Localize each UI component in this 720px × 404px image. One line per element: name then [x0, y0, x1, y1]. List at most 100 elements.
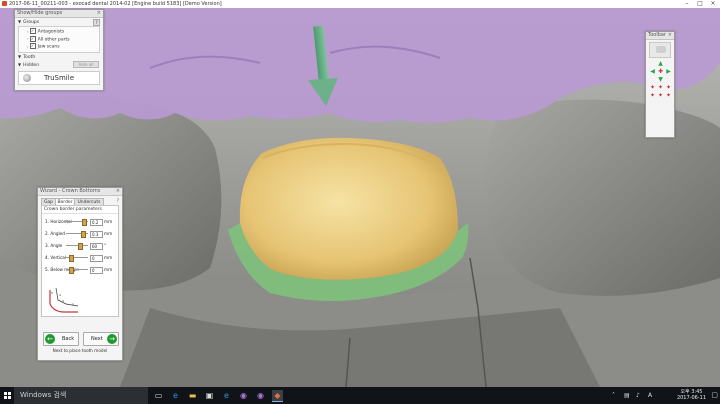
tooth-view-3-icon[interactable]: ✦ [665, 84, 672, 91]
system-clock[interactable]: 오후 3:45 2017-06-11 [677, 389, 706, 401]
slider-handle[interactable] [69, 255, 74, 262]
slider-handle[interactable] [69, 267, 74, 274]
ie-browser-icon[interactable]: e [221, 390, 232, 401]
group-checkbox[interactable]: ✓ [29, 35, 36, 42]
tooth-view-2-icon[interactable]: ✦ [657, 84, 664, 91]
wizard-close-icon[interactable]: × [116, 188, 120, 195]
volume-icon[interactable]: ♪ [636, 387, 640, 404]
diagram-number-5: 5 [51, 291, 53, 295]
slider-handle[interactable] [82, 219, 87, 226]
param-value-input[interactable]: 0.2 [90, 219, 103, 226]
hidden-label: Hidden [23, 62, 40, 68]
groups-section-header[interactable]: ▼ Groups ? [15, 18, 103, 26]
param-slider[interactable] [66, 219, 88, 226]
group-row-all-other-parts[interactable]: › ✓ All other parts [19, 35, 99, 44]
trusmile-label: TruSmile [43, 73, 75, 82]
param-slider[interactable] [66, 267, 88, 274]
start-button[interactable] [0, 387, 14, 404]
notification-icon[interactable]: ▢ [711, 391, 718, 399]
back-button[interactable]: ← Back [43, 332, 79, 346]
collapse-triangle-icon: ▼ [18, 19, 22, 24]
tooth-view-4-icon[interactable]: ✦ [649, 92, 656, 99]
window-title: 2017-06-11_00211-003 - exocad dental 201… [9, 1, 222, 7]
param-row: 5. Below margin 0 mm [45, 266, 117, 274]
exocad-app-icon [2, 1, 7, 6]
arrow-right-icon[interactable]: ▶ [665, 68, 672, 75]
store-icon[interactable]: ▣ [204, 390, 215, 401]
hide-all-button[interactable]: Hide all [73, 60, 99, 68]
param-slider[interactable] [66, 243, 88, 250]
tooth-view-6-icon[interactable]: ✦ [665, 92, 672, 99]
group-label: Jaw scans [37, 44, 60, 50]
param-slider[interactable] [66, 255, 88, 262]
edge-browser-icon[interactable]: e [170, 390, 181, 401]
tooth-view-1-icon[interactable]: ✦ [649, 84, 656, 91]
toolbar-panel: Toolbar × ▲ ◀ ✚ ▶ ▼ ✦ ✦ ✦ ✦ ✦ ✦ [645, 31, 675, 138]
app-icon-1[interactable]: ◉ [238, 390, 249, 401]
taskbar-search-placeholder: Windows 검색 [20, 391, 67, 399]
param-unit: mm [104, 219, 113, 224]
view-preview-button[interactable] [649, 42, 671, 58]
network-icon[interactable]: ▤ [624, 387, 630, 404]
input-language-indicator[interactable]: A [648, 387, 652, 404]
group-checkbox[interactable]: ✓ [29, 28, 36, 34]
param-value-input[interactable]: 0.3 [90, 231, 103, 238]
minimize-button[interactable]: – [682, 0, 692, 8]
param-row: 3. Angle 60 ° [45, 242, 117, 250]
show-hide-groups-panel: Show/Hide groups × ▼ Groups ? › ✓ Antagonis… [14, 9, 104, 91]
arrow-left-icon[interactable]: ◀ [649, 68, 656, 75]
slider-handle[interactable] [81, 231, 86, 238]
param-value-input[interactable]: 60 [90, 243, 103, 250]
file-explorer-icon[interactable]: ▬ [187, 390, 198, 401]
group-label: All other parts [37, 37, 70, 42]
param-value-input[interactable]: 0 [90, 255, 103, 262]
group-checkbox[interactable]: ✓ [29, 43, 36, 49]
groups-label: Groups [23, 20, 40, 25]
app-icon-2[interactable]: ◉ [255, 390, 266, 401]
tooth-section-header[interactable]: ▼ Tooth [15, 53, 103, 61]
groups-help-button[interactable]: ? [93, 19, 100, 26]
tooth-label: Tooth [23, 54, 36, 60]
margin-profile-diagram: 5 4 3 1 [48, 286, 80, 314]
tooth-view-5-icon[interactable]: ✦ [657, 92, 664, 99]
close-button[interactable]: × [708, 0, 718, 8]
slider-handle[interactable] [78, 243, 83, 250]
wizard-title: Wizard - Crown Bottoms [40, 188, 101, 194]
param-unit: mm [104, 231, 113, 236]
arrow-down-icon[interactable]: ▼ [657, 76, 664, 83]
hidden-section-header[interactable]: ▼ Hidden Hide all [15, 60, 103, 69]
toolbar-panel-title: Toolbar [648, 32, 667, 38]
tray-chevron-icon[interactable]: ˄ [612, 387, 615, 404]
exocad-taskbar-icon[interactable]: ◆ [272, 390, 283, 402]
wizard-help-icon[interactable]: ? [117, 199, 119, 204]
maximize-button[interactable]: □ [695, 0, 705, 8]
group-row-jaw-scans[interactable]: › ✓ Jaw scans [19, 43, 99, 51]
right-tooth [485, 99, 720, 296]
next-button[interactable]: Next → [83, 332, 119, 346]
group-row-antagonists[interactable]: › ✓ Antagonists [19, 28, 99, 36]
param-row: 4. Vertical 0 mm [45, 254, 117, 262]
task-view-icon[interactable]: ▭ [153, 390, 164, 401]
taskbar-search-box[interactable]: Windows 검색 [14, 387, 148, 404]
toolbar-close-icon[interactable]: × [668, 32, 672, 39]
windows-taskbar: Windows 검색 ▭ e ▬ ▣ e ◉ ◉ ◆ ˄ ▤ ♪ A 오후 3:… [0, 387, 720, 404]
arrow-up-icon[interactable]: ▲ [657, 60, 664, 67]
rotate-center-icon[interactable]: ✚ [657, 68, 664, 75]
show-hide-panel-title: Show/Hide groups [17, 10, 63, 16]
param-slider[interactable] [66, 231, 88, 238]
show-hide-close-icon[interactable]: × [97, 10, 101, 17]
clock-date: 2017-06-11 [676, 395, 706, 401]
param-value-input[interactable]: 0 [90, 267, 103, 274]
windows-logo-icon [4, 392, 11, 399]
expand-chevron-icon[interactable]: › [27, 36, 29, 41]
expand-chevron-icon[interactable]: › [27, 44, 29, 49]
toolbar-panel-header: Toolbar × [646, 32, 674, 40]
expand-chevron-icon[interactable]: › [27, 29, 29, 34]
wizard-header: Wizard - Crown Bottoms × [38, 188, 122, 196]
param-row: 1. Horizontal 0.2 mm [45, 218, 117, 226]
param-unit: ° [104, 243, 107, 248]
trusmile-button[interactable]: TruSmile [18, 70, 100, 85]
